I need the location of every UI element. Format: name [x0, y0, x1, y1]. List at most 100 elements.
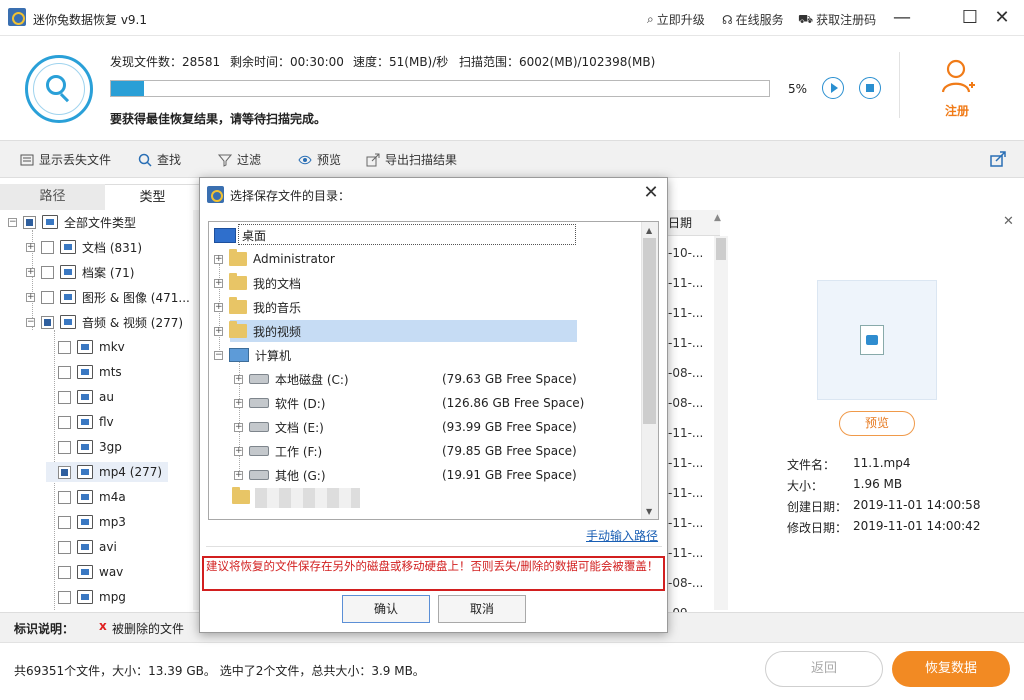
dialog-close-button[interactable]: ✕ [640, 182, 662, 204]
table-scrollbar-thumb[interactable] [716, 238, 726, 260]
checkbox[interactable] [58, 540, 71, 554]
expand-icon[interactable]: + [234, 398, 243, 408]
app-logo-icon [8, 8, 26, 26]
directory-scrollbar-thumb[interactable] [643, 238, 656, 424]
find-button[interactable]: 查找 [138, 151, 181, 168]
stop-button[interactable] [859, 77, 881, 99]
tree-item[interactable]: mp3 [46, 512, 126, 532]
tree-item[interactable]: 3gp [46, 437, 122, 457]
upgrade-link[interactable]: ⌕ 立即升级 [647, 11, 705, 28]
scroll-up-icon[interactable]: ▲ [646, 226, 652, 235]
directory-item[interactable]: + 其他 (G:) [234, 464, 326, 486]
expand-icon[interactable]: + [214, 326, 223, 336]
tree-item[interactable]: m4a [46, 487, 126, 507]
tab-type[interactable]: 类型 [105, 184, 200, 210]
expand-icon[interactable]: + [234, 446, 243, 456]
expand-icon[interactable]: + [26, 242, 35, 252]
expand-icon[interactable]: + [214, 254, 223, 264]
checkbox[interactable] [58, 590, 71, 604]
scan-hint: 要获得最佳恢复结果，请等待扫描完成。 [110, 112, 327, 126]
file-type-icon [77, 440, 93, 454]
cancel-button[interactable]: 取消 [438, 595, 526, 623]
collapse-icon[interactable]: − [214, 350, 223, 360]
collapse-icon[interactable]: − [26, 317, 35, 327]
expand-icon[interactable]: + [234, 374, 243, 384]
recover-data-button[interactable]: 恢复数据 [892, 651, 1010, 687]
close-window-button[interactable]: ✕ [988, 5, 1016, 31]
directory-item[interactable]: + 我的文档 [214, 272, 301, 294]
checkbox[interactable] [23, 215, 36, 229]
checkbox[interactable] [58, 340, 71, 354]
directory-item[interactable]: + 本地磁盘 (C:) [234, 368, 349, 390]
hard-drive-icon [249, 422, 269, 432]
tree-item[interactable]: avi [46, 537, 117, 557]
tree-item[interactable]: + 图形 & 图像 (471... [26, 287, 190, 307]
checkbox[interactable] [58, 415, 71, 429]
tree-item[interactable]: − 音频 & 视频 (277) [26, 312, 183, 332]
checkbox[interactable] [58, 465, 71, 479]
preview-close-button[interactable]: ✕ [1003, 214, 1014, 229]
show-lost-files-button[interactable]: 显示丢失文件 [20, 151, 111, 168]
checkbox[interactable] [41, 315, 54, 329]
search-icon: ⌕ [647, 12, 654, 26]
checkbox[interactable] [58, 515, 71, 529]
minimize-button[interactable]: — [888, 5, 916, 31]
expand-icon[interactable]: + [26, 267, 35, 277]
tree-item[interactable]: wav [46, 562, 123, 582]
table-scrollbar[interactable] [714, 236, 728, 610]
directory-item[interactable]: + 工作 (F:) [234, 440, 322, 462]
checkbox[interactable] [41, 290, 54, 304]
tree-item[interactable]: mp4 (277) [46, 462, 169, 482]
directory-item-label: Administrator [253, 252, 335, 266]
manual-path-link[interactable]: 手动输入路径 [586, 527, 658, 544]
filter-button[interactable]: 过滤 [218, 151, 261, 168]
tab-path[interactable]: 路径 [0, 184, 105, 210]
remaining-time: 剩余时间：00:30:00 [230, 55, 344, 69]
resume-button[interactable] [822, 77, 844, 99]
online-service-link[interactable]: ☊ 在线服务 [722, 11, 784, 28]
checkbox[interactable] [58, 390, 71, 404]
tree-item[interactable]: mkv [46, 337, 125, 357]
expand-icon[interactable]: + [214, 278, 223, 288]
expand-icon[interactable]: + [26, 292, 35, 302]
tree-item[interactable]: au [46, 387, 114, 407]
preview-toolbar-button[interactable]: 预览 [298, 151, 341, 168]
checkbox[interactable] [58, 365, 71, 379]
expand-icon[interactable]: + [234, 470, 243, 480]
tree-item[interactable]: − 全部文件类型 [8, 212, 136, 232]
confirm-button[interactable]: 确认 [342, 595, 430, 623]
register-button[interactable]: 注册 [945, 102, 969, 119]
expand-icon[interactable]: + [214, 302, 223, 312]
file-size-label: 大小： [787, 479, 824, 493]
directory-item[interactable]: + Administrator [214, 248, 335, 270]
export-results-button[interactable]: 导出扫描结果 [366, 151, 457, 168]
maximize-button[interactable]: ☐ [956, 5, 984, 31]
tree-item[interactable]: mts [46, 362, 122, 382]
get-code-link[interactable]: ⛟ 获取注册码 [798, 11, 876, 28]
preview-button[interactable]: 预览 [839, 411, 915, 436]
tree-item[interactable]: mpg [46, 587, 126, 607]
directory-item[interactable]: + 我的视频 [214, 320, 301, 342]
checkbox[interactable] [58, 490, 71, 504]
directory-item[interactable]: + 文档 (E:) [234, 416, 324, 438]
directory-item[interactable]: − 计算机 [214, 344, 291, 366]
user-add-icon[interactable] [941, 58, 975, 94]
date-column-header[interactable]: 日期 [668, 210, 720, 236]
share-icon[interactable] [990, 151, 1006, 167]
tree-item[interactable]: + 档案 (71) [26, 262, 134, 282]
checkbox[interactable] [41, 265, 54, 279]
scroll-down-icon[interactable]: ▼ [646, 507, 652, 516]
tree-item[interactable]: + 文档 (831) [26, 237, 142, 257]
file-type-icon [42, 215, 58, 229]
checkbox[interactable] [58, 565, 71, 579]
tree-item[interactable]: flv [46, 412, 114, 432]
directory-item[interactable]: + 软件 (D:) [234, 392, 325, 414]
collapse-icon[interactable]: − [8, 217, 17, 227]
checkbox[interactable] [41, 240, 54, 254]
directory-item[interactable]: + 我的音乐 [214, 296, 301, 318]
back-button[interactable]: 返回 [765, 651, 883, 687]
expand-icon[interactable]: + [234, 422, 243, 432]
directory-item[interactable]: 桌面 [214, 224, 266, 246]
eye-icon [298, 155, 312, 164]
checkbox[interactable] [58, 440, 71, 454]
